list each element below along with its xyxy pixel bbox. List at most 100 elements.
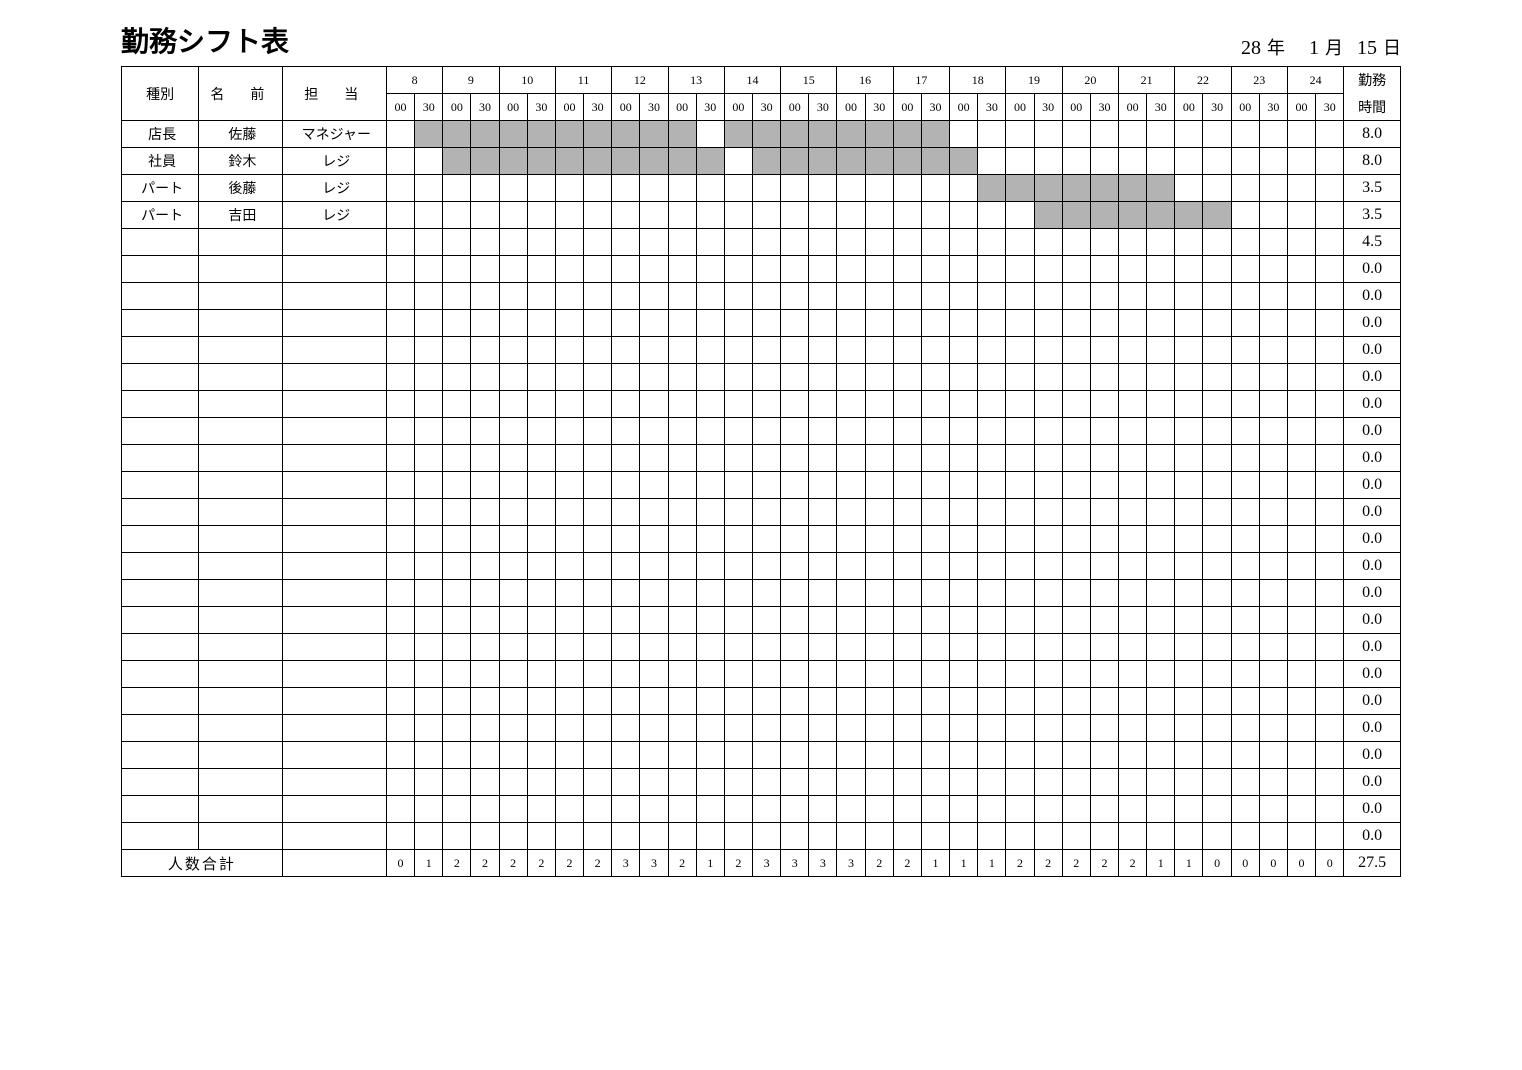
slot-cell	[555, 256, 583, 283]
slot-cell	[950, 472, 978, 499]
slot-cell	[668, 769, 696, 796]
slot-cell	[978, 283, 1006, 310]
slot-cell	[640, 364, 668, 391]
cell-role	[282, 742, 386, 769]
slot-cell	[1090, 229, 1118, 256]
slot-cell	[584, 688, 612, 715]
slot-cell	[950, 499, 978, 526]
slot-cell	[781, 823, 809, 850]
slot-cell	[443, 202, 471, 229]
cell-type	[122, 445, 199, 472]
slot-cell	[950, 769, 978, 796]
slot-cell	[1175, 256, 1203, 283]
slot-cell	[921, 472, 949, 499]
slot-cell	[527, 526, 555, 553]
slot-cell	[781, 391, 809, 418]
slot-cell	[696, 526, 724, 553]
slot-cell	[1006, 661, 1034, 688]
slot-cell	[893, 256, 921, 283]
slot-cell	[1231, 283, 1259, 310]
slot-cell	[1119, 661, 1147, 688]
slot-cell	[1147, 472, 1175, 499]
slot-cell	[1175, 796, 1203, 823]
slot-cell	[809, 310, 837, 337]
cell-type	[122, 364, 199, 391]
slot-cell	[640, 283, 668, 310]
slot-cell	[555, 553, 583, 580]
cell-hours: 3.5	[1344, 202, 1401, 229]
slot-cell	[921, 715, 949, 742]
slot-cell	[724, 823, 752, 850]
table-row: 店長佐藤マネジャー8.0	[122, 121, 1401, 148]
slot-cell	[893, 337, 921, 364]
slot-cell	[386, 796, 414, 823]
cell-type	[122, 688, 199, 715]
slot-cell	[696, 229, 724, 256]
cell-name	[199, 229, 282, 256]
slot-cell	[1062, 445, 1090, 472]
footer-count: 2	[471, 850, 499, 877]
slot-cell	[752, 499, 780, 526]
footer-count: 2	[443, 850, 471, 877]
header-subslot: 30	[865, 94, 893, 121]
slot-cell	[1090, 742, 1118, 769]
slot-cell	[1259, 148, 1287, 175]
slot-cell	[809, 796, 837, 823]
cell-role: レジ	[282, 202, 386, 229]
slot-cell	[386, 715, 414, 742]
slot-cell	[527, 796, 555, 823]
slot-cell	[1203, 607, 1231, 634]
cell-type	[122, 715, 199, 742]
slot-cell	[752, 472, 780, 499]
table-row: 0.0	[122, 715, 1401, 742]
slot-cell	[471, 148, 499, 175]
slot-cell	[1119, 742, 1147, 769]
slot-cell	[978, 364, 1006, 391]
slot-cell	[1006, 310, 1034, 337]
slot-cell	[893, 661, 921, 688]
slot-cell	[386, 526, 414, 553]
slot-cell	[555, 499, 583, 526]
slot-cell	[443, 580, 471, 607]
slot-cell	[724, 553, 752, 580]
slot-cell	[752, 715, 780, 742]
cell-name	[199, 283, 282, 310]
slot-cell	[1287, 715, 1315, 742]
slot-cell	[612, 769, 640, 796]
slot-cell	[921, 796, 949, 823]
slot-cell	[1006, 256, 1034, 283]
slot-cell	[1090, 148, 1118, 175]
slot-cell	[640, 580, 668, 607]
slot-cell	[893, 688, 921, 715]
slot-cell	[1006, 742, 1034, 769]
slot-cell	[696, 715, 724, 742]
slot-cell	[499, 445, 527, 472]
slot-cell	[1259, 391, 1287, 418]
header-subslot: 30	[696, 94, 724, 121]
slot-cell	[668, 607, 696, 634]
cell-hours: 0.0	[1344, 418, 1401, 445]
table-row: 0.0	[122, 418, 1401, 445]
date-day: 15	[1349, 37, 1377, 60]
cell-type	[122, 661, 199, 688]
slot-cell	[415, 607, 443, 634]
cell-role	[282, 553, 386, 580]
slot-cell	[1231, 229, 1259, 256]
slot-cell	[1034, 175, 1062, 202]
cell-type: パート	[122, 175, 199, 202]
slot-cell	[893, 796, 921, 823]
footer-count: 2	[865, 850, 893, 877]
slot-cell	[1316, 796, 1344, 823]
slot-cell	[865, 310, 893, 337]
slot-cell	[1203, 418, 1231, 445]
slot-cell	[837, 121, 865, 148]
slot-cell	[1062, 499, 1090, 526]
slot-cell	[1006, 796, 1034, 823]
slot-cell	[865, 661, 893, 688]
slot-cell	[1147, 526, 1175, 553]
header-subslot: 30	[584, 94, 612, 121]
slot-cell	[612, 418, 640, 445]
slot-cell	[893, 418, 921, 445]
slot-cell	[865, 283, 893, 310]
header-subslot: 30	[752, 94, 780, 121]
